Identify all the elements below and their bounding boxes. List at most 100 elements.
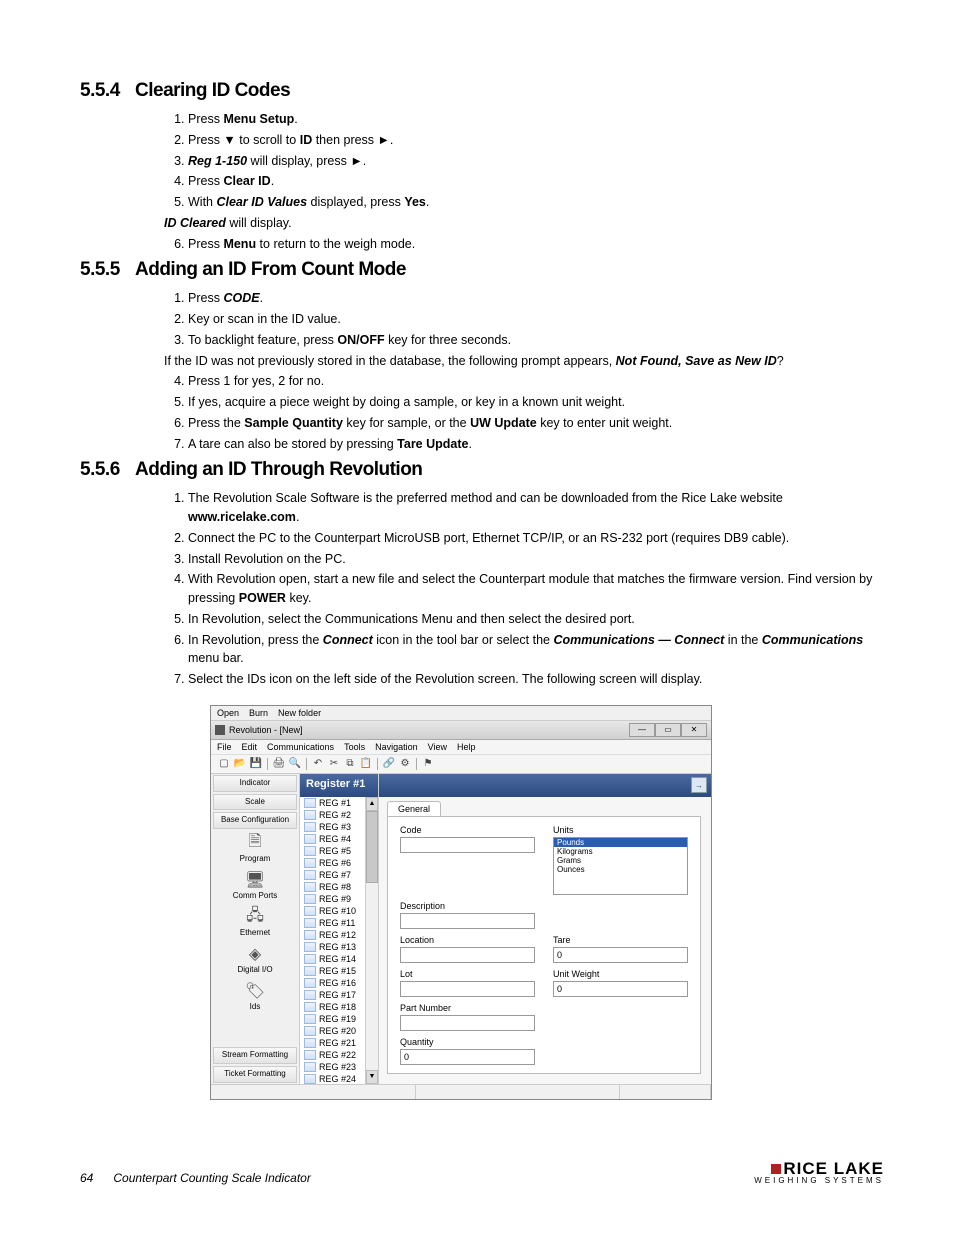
page-number: 64 bbox=[80, 1171, 93, 1185]
window-title: Revolution - [New] bbox=[229, 725, 303, 735]
logo-square-icon bbox=[771, 1164, 781, 1174]
nav-program[interactable]: Program bbox=[211, 854, 299, 867]
input-code[interactable] bbox=[400, 837, 535, 853]
input-description[interactable] bbox=[400, 913, 535, 929]
txt: . bbox=[271, 174, 274, 188]
tab-general[interactable]: General bbox=[387, 801, 441, 816]
txt: ON/OFF bbox=[337, 333, 384, 347]
nav-ethernet[interactable]: Ethernet bbox=[211, 928, 299, 941]
save-icon[interactable]: 💾 bbox=[249, 757, 263, 771]
scroll-thumb[interactable] bbox=[366, 811, 378, 883]
panel-toggle-icon[interactable]: → bbox=[691, 777, 707, 793]
nav-scale[interactable]: Scale bbox=[213, 794, 297, 811]
preview-icon[interactable]: 🔍 bbox=[288, 757, 302, 771]
toolbar: ▢ 📂 💾 🖨 🔍 ↶ ✂ ⧉ 📋 🔗 ⚙ ⚑ bbox=[211, 755, 711, 774]
maximize-icon[interactable]: ▭ bbox=[655, 723, 681, 737]
txt: . bbox=[296, 510, 299, 524]
input-lot[interactable] bbox=[400, 981, 535, 997]
explorer-burn[interactable]: Burn bbox=[249, 708, 268, 718]
nav-comm-ports[interactable]: Comm Ports bbox=[211, 891, 299, 904]
minimize-icon[interactable]: — bbox=[629, 723, 655, 737]
menu-communications[interactable]: Communications bbox=[267, 742, 334, 752]
section-number: 5.5.6 bbox=[80, 459, 135, 481]
menu-edit[interactable]: Edit bbox=[242, 742, 258, 752]
label-unit-weight: Unit Weight bbox=[553, 969, 688, 979]
nav-base-configuration[interactable]: Base Configuration bbox=[213, 812, 297, 829]
undo-icon[interactable]: ↶ bbox=[311, 757, 325, 771]
txt: If yes, acquire a piece weight by doing … bbox=[188, 393, 884, 412]
txt: will display, press ►. bbox=[247, 154, 366, 168]
input-unit-weight[interactable] bbox=[553, 981, 688, 997]
txt: Not Found, Save as New ID bbox=[616, 354, 777, 368]
txt: key. bbox=[286, 591, 311, 605]
txt: Sample Quantity bbox=[244, 416, 343, 430]
open-icon[interactable]: 📂 bbox=[233, 757, 247, 771]
units-listbox[interactable]: Pounds Kilograms Grams Ounces bbox=[553, 837, 688, 895]
input-part-number[interactable] bbox=[400, 1015, 535, 1031]
txt: Tare Update bbox=[397, 437, 468, 451]
input-tare[interactable] bbox=[553, 947, 688, 963]
section-number: 5.5.4 bbox=[80, 80, 135, 102]
txt: Key or scan in the ID value. bbox=[188, 310, 884, 329]
ids-icon: 🏷 bbox=[211, 980, 299, 1002]
txt: icon in the tool bar or select the bbox=[373, 633, 554, 647]
txt: to return to the weigh mode. bbox=[256, 237, 415, 251]
txt: ID bbox=[300, 133, 313, 147]
copy-icon[interactable]: ⧉ bbox=[343, 757, 357, 771]
explorer-toolbar: Open Burn New folder bbox=[211, 706, 711, 721]
new-icon[interactable]: ▢ bbox=[217, 757, 231, 771]
flag-icon[interactable]: ⚑ bbox=[421, 757, 435, 771]
txt: . bbox=[426, 195, 429, 209]
txt: Menu Setup bbox=[223, 112, 294, 126]
txt: Install Revolution on the PC. bbox=[188, 550, 884, 569]
label-location: Location bbox=[400, 935, 535, 945]
nav-ticket-formatting[interactable]: Ticket Formatting bbox=[213, 1066, 297, 1083]
menu-tools[interactable]: Tools bbox=[344, 742, 365, 752]
menu-file[interactable]: File bbox=[217, 742, 232, 752]
nav-digital-io[interactable]: Digital I/O bbox=[211, 965, 299, 978]
txt: . bbox=[260, 291, 263, 305]
logo-subtext: WEIGHING SYSTEMS bbox=[754, 1177, 884, 1185]
scroll-up-icon[interactable]: ▲ bbox=[366, 797, 378, 811]
explorer-newfolder[interactable]: New folder bbox=[278, 708, 321, 718]
input-location[interactable] bbox=[400, 947, 535, 963]
menu-view[interactable]: View bbox=[428, 742, 447, 752]
menu-help[interactable]: Help bbox=[457, 742, 476, 752]
section-title: Adding an ID From Count Mode bbox=[135, 259, 406, 281]
unit-ounces[interactable]: Ounces bbox=[554, 865, 687, 874]
nav-indicator[interactable]: Indicator bbox=[213, 775, 297, 792]
settings-icon[interactable]: ⚙ bbox=[398, 757, 412, 771]
txt: displayed, press bbox=[307, 195, 404, 209]
unit-pounds[interactable]: Pounds bbox=[554, 838, 687, 847]
txt: With bbox=[188, 195, 216, 209]
input-quantity[interactable] bbox=[400, 1049, 535, 1065]
txt: ID Cleared bbox=[164, 216, 226, 230]
explorer-open[interactable]: Open bbox=[217, 708, 239, 718]
section-number: 5.5.5 bbox=[80, 259, 135, 281]
txt: If the ID was not previously stored in t… bbox=[164, 354, 616, 368]
txt: key for sample, or the bbox=[343, 416, 470, 430]
cut-icon[interactable]: ✂ bbox=[327, 757, 341, 771]
close-icon[interactable]: ✕ bbox=[681, 723, 707, 737]
section-body: The Revolution Scale Software is the pre… bbox=[140, 489, 884, 689]
scroll-down-icon[interactable]: ▼ bbox=[366, 1070, 378, 1084]
nav-stream-formatting[interactable]: Stream Formatting bbox=[213, 1047, 297, 1064]
txt: Menu bbox=[223, 237, 256, 251]
unit-kilograms[interactable]: Kilograms bbox=[554, 847, 687, 856]
txt: Press bbox=[188, 174, 223, 188]
register-scrollbar[interactable]: ▲ ▼ bbox=[365, 797, 378, 1084]
menu-navigation[interactable]: Navigation bbox=[375, 742, 418, 752]
unit-grams[interactable]: Grams bbox=[554, 856, 687, 865]
label-tare: Tare bbox=[553, 935, 688, 945]
txt: A tare can also be stored by pressing bbox=[188, 437, 397, 451]
section-title: Clearing ID Codes bbox=[135, 80, 290, 102]
label-units: Units bbox=[553, 825, 688, 835]
txt: In Revolution, select the Communications… bbox=[188, 610, 884, 629]
connect-icon[interactable]: 🔗 bbox=[382, 757, 396, 771]
nav-ids[interactable]: Ids bbox=[211, 1002, 299, 1015]
txt: Communications — Connect bbox=[553, 633, 724, 647]
paste-icon[interactable]: 📋 bbox=[359, 757, 373, 771]
txt: key to enter unit weight. bbox=[537, 416, 673, 430]
print-icon[interactable]: 🖨 bbox=[272, 757, 286, 771]
section-body: Press CODE. Key or scan in the ID value.… bbox=[140, 289, 884, 453]
